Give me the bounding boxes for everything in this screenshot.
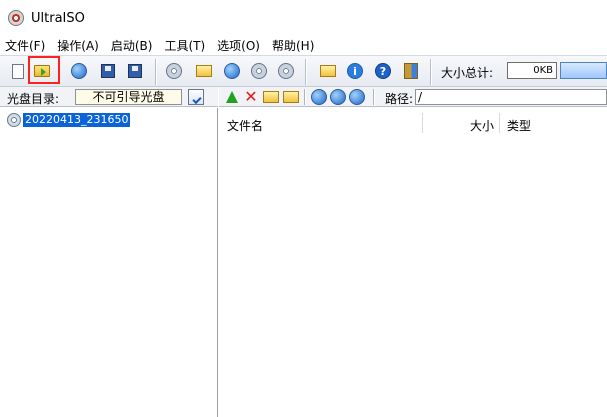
column-file-name[interactable]: 文件名: [227, 117, 263, 134]
toolbar-separator: [304, 89, 306, 105]
column-divider[interactable]: [422, 113, 423, 133]
tree-item-label: 20220413_231650: [23, 113, 131, 127]
disc-toolbar: 光盘目录: 不可引导光盘: [0, 87, 218, 107]
delete-icon: ✕: [244, 87, 258, 106]
save-icon: [101, 64, 115, 78]
column-size[interactable]: 大小: [470, 117, 494, 134]
add-files-icon: [311, 89, 327, 105]
rename-button[interactable]: [283, 89, 299, 105]
path-field[interactable]: /: [415, 89, 607, 105]
size-progress-bar: [560, 62, 607, 79]
new-folder-icon: [263, 91, 279, 103]
file-toolbar: ✕ 路径: /: [219, 87, 607, 107]
toolbar-separator: [305, 59, 307, 85]
help-button[interactable]: ?: [373, 61, 393, 81]
boot-status-field[interactable]: 不可引导光盘: [75, 89, 182, 105]
menu-tools[interactable]: 工具(T): [164, 37, 205, 54]
tree-item-root[interactable]: 20220413_231650: [7, 113, 131, 127]
mount-icon: [278, 63, 294, 79]
virtual-drive-icon: [166, 63, 182, 79]
save-as-icon: [128, 64, 142, 78]
ultraiso-app-icon: [8, 10, 24, 26]
new-folder-button[interactable]: [263, 89, 279, 105]
up-button[interactable]: [224, 89, 240, 105]
size-total-label: 大小总计:: [441, 66, 494, 80]
menu-bar: 文件(F) 操作(A) 启动(B) 工具(T) 选项(O) 帮助(H): [0, 36, 607, 54]
new-icon: [12, 63, 24, 79]
menu-options[interactable]: 选项(O): [217, 37, 260, 54]
file-list: 文件名 大小 类型: [219, 108, 607, 417]
menu-file[interactable]: 文件(F): [5, 37, 45, 54]
title-bar: UltraISO: [0, 0, 607, 36]
gear-icon: [330, 89, 346, 105]
size-total-value: 0KB: [507, 62, 557, 79]
up-arrow-icon: [226, 91, 238, 103]
rename-icon: [283, 91, 299, 103]
burn-icon: [251, 63, 267, 79]
path-label: 路径:: [385, 92, 414, 106]
file-list-header: 文件名 大小 类型: [219, 108, 607, 140]
new-button[interactable]: [8, 61, 28, 81]
info-button[interactable]: i: [345, 61, 365, 81]
disc-icon: [7, 113, 21, 127]
virtual-drive-button[interactable]: [164, 61, 184, 81]
menu-boot[interactable]: 启动(B): [111, 37, 153, 54]
properties-icon: [196, 65, 212, 77]
bootable-button[interactable]: [188, 89, 204, 105]
column-divider[interactable]: [499, 113, 500, 133]
save-button[interactable]: [98, 61, 118, 81]
disc-tree: 20220413_231650: [0, 108, 218, 417]
exit-button[interactable]: [401, 61, 421, 81]
menu-help[interactable]: 帮助(H): [272, 37, 314, 54]
disc-directory-label: 光盘目录:: [7, 92, 60, 106]
convert-button[interactable]: [318, 61, 338, 81]
refresh-icon: [349, 89, 365, 105]
help-icon: ?: [375, 63, 391, 79]
toolbar-separator: [155, 59, 157, 85]
open-button[interactable]: [32, 61, 52, 81]
save-as-button[interactable]: [125, 61, 145, 81]
menu-action[interactable]: 操作(A): [57, 37, 99, 54]
compress-icon: [224, 63, 240, 79]
delete-button[interactable]: ✕: [243, 89, 259, 105]
window-title: UltraISO: [31, 10, 85, 26]
info-icon: i: [347, 63, 363, 79]
properties-button[interactable]: [194, 61, 214, 81]
compress-button[interactable]: [222, 61, 242, 81]
refresh-button[interactable]: [349, 89, 365, 105]
toolbar-separator: [373, 89, 375, 105]
burn-button[interactable]: [249, 61, 269, 81]
open-icon: [34, 65, 50, 77]
convert-icon: [320, 65, 336, 77]
settings-button[interactable]: [330, 89, 346, 105]
extract-icon: [71, 63, 87, 79]
mount-button[interactable]: [276, 61, 296, 81]
exit-icon: [404, 63, 418, 79]
add-files-button[interactable]: [311, 89, 327, 105]
extract-button[interactable]: [69, 61, 89, 81]
column-type[interactable]: 类型: [507, 117, 531, 134]
toolbar-separator: [430, 59, 432, 85]
